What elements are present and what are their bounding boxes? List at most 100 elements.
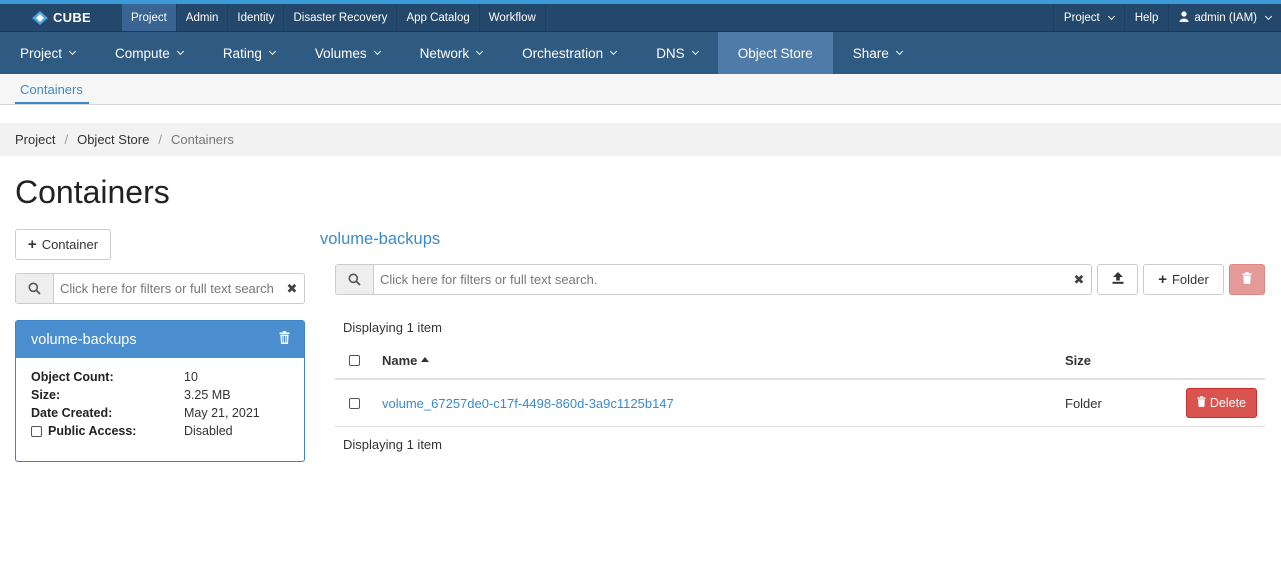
active-tab-underline	[15, 102, 89, 104]
size-label: Size:	[31, 388, 61, 402]
tab-containers[interactable]: Containers	[20, 82, 83, 97]
chevron-down-icon	[268, 47, 276, 56]
add-folder-label: Folder	[1171, 272, 1209, 287]
topnav-admin[interactable]: Admin	[177, 4, 229, 31]
nav-share[interactable]: Share	[833, 32, 922, 74]
objects-table: Name Size volume_67257de0-c17f-4498-860d…	[335, 343, 1265, 427]
container-search-input[interactable]	[54, 274, 280, 303]
help-label: Help	[1134, 11, 1159, 24]
object-name-cell: volume_67257de0-c17f-4498-860d-3a9c1125b…	[382, 396, 1065, 411]
topnav-disaster-recovery[interactable]: Disaster Recovery	[284, 4, 398, 31]
table-header: Name Size	[335, 343, 1265, 380]
delete-selected-button[interactable]	[1229, 264, 1265, 295]
nav-rating[interactable]: Rating	[203, 32, 295, 74]
chevron-down-icon	[373, 47, 381, 56]
top-nav: Project Admin Identity Disaster Recovery…	[122, 4, 546, 31]
select-all-checkbox[interactable]	[349, 355, 360, 366]
nav-project-label: Project	[20, 45, 63, 61]
object-count-label: Object Count:	[31, 370, 114, 384]
object-actions-cell: Delete	[1185, 388, 1265, 418]
chevron-down-icon	[1107, 12, 1115, 20]
trash-icon	[1197, 396, 1206, 410]
topnav-workflow[interactable]: Workflow	[480, 4, 546, 31]
date-created-value: May 21, 2021	[184, 406, 260, 420]
object-size-cell: Folder	[1065, 395, 1102, 411]
user-icon	[1179, 10, 1189, 25]
chevron-down-icon	[476, 47, 484, 56]
nav-dns[interactable]: DNS	[636, 32, 718, 74]
nav-network[interactable]: Network	[400, 32, 503, 74]
nav-project[interactable]: Project	[0, 32, 95, 74]
breadcrumb-project[interactable]: Project	[15, 132, 55, 147]
nav-volumes-label: Volumes	[314, 45, 367, 61]
plus-icon: +	[1158, 271, 1167, 288]
add-folder-button[interactable]: + Folder	[1143, 264, 1224, 295]
nav-volumes[interactable]: Volumes	[295, 32, 400, 74]
breadcrumb-current: Containers	[170, 132, 234, 147]
plus-icon: +	[27, 236, 37, 253]
add-container-label: Container	[41, 237, 99, 252]
object-search-input[interactable]	[374, 265, 1067, 294]
nav-compute[interactable]: Compute	[95, 32, 203, 74]
top-right-menu: Project Help admin (IAM)	[1052, 4, 1281, 31]
nav-object-store[interactable]: Object Store	[717, 32, 833, 74]
selected-container-title[interactable]: volume-backups	[320, 230, 440, 249]
trash-icon	[1242, 272, 1252, 287]
help-link[interactable]: Help	[1123, 4, 1169, 31]
public-access-label: Public Access:	[48, 424, 137, 438]
public-access-value: Disabled	[184, 424, 233, 438]
cube-logo-icon	[31, 10, 49, 26]
clear-search-icon[interactable]: ✖	[1067, 265, 1091, 294]
size-row: Size: 3.25 MB	[31, 386, 289, 404]
topnav-app-catalog[interactable]: App Catalog	[397, 4, 480, 31]
nav-object-store-label: Object Store	[737, 45, 813, 61]
delete-object-label: Delete	[1209, 396, 1246, 410]
row-checkbox[interactable]	[349, 397, 360, 409]
user-label: admin (IAM)	[1194, 11, 1257, 24]
chevron-down-icon	[895, 47, 903, 56]
breadcrumb-object-store[interactable]: Object Store	[77, 132, 149, 147]
upload-icon	[1112, 272, 1124, 287]
topnav-project[interactable]: Project	[122, 4, 177, 31]
main-nav: Project Compute Rating Volumes Network O…	[0, 32, 1281, 74]
public-access-toggle: Public Access:	[31, 424, 184, 438]
container-card-header[interactable]: volume-backups	[16, 321, 304, 358]
user-menu[interactable]: admin (IAM)	[1168, 4, 1281, 31]
nav-share-label: Share	[852, 45, 889, 61]
page-title: Containers	[15, 174, 170, 210]
object-name-link[interactable]: volume_67257de0-c17f-4498-860d-3a9c1125b…	[382, 396, 674, 411]
clear-search-icon[interactable]: ✖	[280, 274, 304, 303]
brand-logo[interactable]: CUBE	[0, 4, 122, 31]
nav-compute-label: Compute	[115, 45, 170, 61]
topnav-identity[interactable]: Identity	[228, 4, 285, 31]
object-search: ✖	[335, 264, 1092, 295]
container-card-details: Object Count: 10 Size: 3.25 MB Date Crea…	[16, 358, 304, 450]
container-card-name: volume-backups	[31, 331, 137, 348]
container-card: volume-backups Object Count: 10 Size: 3.…	[15, 320, 305, 462]
project-dropdown[interactable]: Project	[1052, 4, 1124, 31]
name-column-header[interactable]: Name	[382, 353, 1065, 368]
nav-network-label: Network	[419, 45, 470, 61]
date-created-label: Date Created:	[31, 406, 113, 420]
size-value: 3.25 MB	[184, 388, 231, 402]
object-count-value: 10	[184, 370, 198, 384]
trash-icon[interactable]	[279, 331, 290, 348]
sub-nav: Containers	[0, 74, 1281, 105]
chevron-down-icon	[1264, 12, 1273, 20]
upload-button[interactable]	[1097, 264, 1138, 295]
nav-orchestration[interactable]: Orchestration	[502, 32, 636, 74]
search-icon	[16, 274, 54, 303]
brand-name: CUBE	[52, 10, 92, 25]
displaying-count-bottom: Displaying 1 item	[343, 437, 442, 452]
object-count-row: Object Count: 10	[31, 368, 289, 386]
name-column-label: Name	[382, 353, 418, 368]
nav-dns-label: DNS	[656, 45, 685, 61]
public-access-checkbox[interactable]	[31, 425, 42, 437]
delete-object-button[interactable]: Delete	[1185, 388, 1257, 418]
add-container-button[interactable]: + Container	[15, 229, 111, 260]
chevron-down-icon	[176, 47, 184, 56]
chevron-down-icon	[610, 47, 618, 56]
nav-rating-label: Rating	[222, 45, 262, 61]
breadcrumb-separator: /	[64, 132, 69, 147]
displaying-count-top: Displaying 1 item	[343, 320, 442, 335]
